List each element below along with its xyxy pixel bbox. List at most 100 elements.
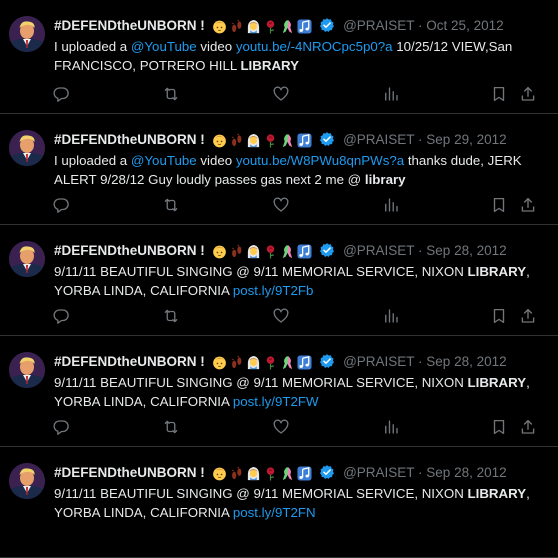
handle[interactable]: @PRAISET — [343, 354, 414, 369]
reply-button[interactable] — [52, 196, 72, 216]
handle[interactable]: @PRAISET — [343, 18, 414, 33]
highlighted-term: LIBRARY — [467, 486, 527, 501]
tweet-actions — [52, 85, 542, 105]
music-notes-icon — [297, 466, 312, 481]
avatar[interactable] — [9, 463, 45, 499]
reply-button[interactable] — [52, 307, 72, 327]
timestamp[interactable]: Sep 28, 2012 — [426, 354, 506, 369]
like-icon — [272, 85, 290, 103]
share-button[interactable] — [519, 418, 539, 438]
reply-button[interactable] — [52, 418, 72, 438]
timestamp[interactable]: Oct 25, 2012 — [426, 18, 503, 33]
baby-face-icon — [212, 355, 227, 370]
display-name[interactable]: #DEFENDtheUNBORN ! — [54, 132, 205, 147]
reply-button[interactable] — [52, 85, 72, 105]
retweet-button[interactable] — [162, 85, 182, 105]
tweet-header: #DEFENDtheUNBORN ! @PRAISET · Sep 29, 20… — [54, 130, 548, 150]
text-segment: video — [196, 153, 236, 168]
ribbon-icon — [280, 133, 295, 148]
verified-badge-icon — [319, 17, 335, 33]
handle[interactable]: @PRAISET — [343, 132, 414, 147]
separator: · — [414, 132, 427, 147]
timestamp[interactable]: Sep 28, 2012 — [426, 243, 506, 258]
url-link[interactable]: post.ly/9T2FW — [233, 394, 319, 409]
avatar[interactable] — [9, 16, 45, 52]
bookmark-button[interactable] — [490, 418, 510, 438]
bookmark-button[interactable] — [490, 307, 510, 327]
person-with-veil-icon — [246, 355, 261, 370]
like-button[interactable] — [272, 418, 292, 438]
display-name[interactable]: #DEFENDtheUNBORN ! — [54, 18, 205, 33]
timestamp[interactable]: Sep 28, 2012 — [426, 465, 506, 480]
tweet-header: #DEFENDtheUNBORN ! @PRAISET · Sep 28, 20… — [54, 463, 548, 483]
bookmark-icon — [490, 307, 508, 325]
share-icon — [519, 307, 537, 325]
retweet-button[interactable] — [162, 307, 182, 327]
mention-link[interactable]: @YouTube — [131, 153, 197, 168]
retweet-button[interactable] — [162, 196, 182, 216]
views-icon — [382, 418, 400, 436]
views-button[interactable] — [382, 307, 402, 327]
text-segment: video — [196, 39, 236, 54]
tweet-header: #DEFENDtheUNBORN ! @PRAISET · Oct 25, 20… — [54, 16, 548, 36]
footprints-icon — [229, 466, 244, 481]
tweet-actions — [52, 196, 542, 216]
views-button[interactable] — [382, 196, 402, 216]
share-button[interactable] — [519, 307, 539, 327]
highlighted-term: LIBRARY — [240, 58, 300, 73]
avatar[interactable] — [9, 352, 45, 388]
reply-icon — [52, 85, 70, 103]
separator: · — [414, 18, 427, 33]
tweet[interactable]: #DEFENDtheUNBORN ! @PRAISET · Sep 28, 20… — [0, 336, 558, 447]
tweet[interactable]: #DEFENDtheUNBORN ! @PRAISET · Sep 29, 20… — [0, 114, 558, 225]
views-button[interactable] — [382, 418, 402, 438]
ribbon-icon — [280, 355, 295, 370]
name-emojis — [212, 244, 314, 264]
like-button[interactable] — [272, 85, 292, 105]
person-with-veil-icon — [246, 19, 261, 34]
ribbon-icon — [280, 466, 295, 481]
like-icon — [272, 307, 290, 325]
url-link[interactable]: youtu.be/W8PWu8qnPWs?a — [236, 153, 404, 168]
share-button[interactable] — [519, 196, 539, 216]
views-button[interactable] — [382, 85, 402, 105]
ribbon-icon — [280, 19, 295, 34]
mention-link[interactable]: @YouTube — [131, 39, 197, 54]
name-emojis — [212, 355, 314, 375]
verified-badge-icon — [319, 464, 335, 480]
display-name[interactable]: #DEFENDtheUNBORN ! — [54, 465, 205, 480]
avatar[interactable] — [9, 130, 45, 166]
footprints-icon — [229, 244, 244, 259]
tweet[interactable]: #DEFENDtheUNBORN ! @PRAISET · Oct 25, 20… — [0, 0, 558, 114]
avatar[interactable] — [9, 241, 45, 277]
rose-icon — [263, 19, 278, 34]
like-button[interactable] — [272, 307, 292, 327]
url-link[interactable]: post.ly/9T2Fb — [233, 283, 314, 298]
name-emojis — [212, 19, 314, 39]
tweet-actions — [52, 418, 542, 438]
tweet-header: #DEFENDtheUNBORN ! @PRAISET · Sep 28, 20… — [54, 352, 548, 372]
retweet-button[interactable] — [162, 418, 182, 438]
tweet[interactable]: #DEFENDtheUNBORN ! @PRAISET · Sep 28, 20… — [0, 447, 558, 558]
tweet-timeline: #DEFENDtheUNBORN ! @PRAISET · Oct 25, 20… — [0, 0, 558, 558]
baby-face-icon — [212, 19, 227, 34]
like-button[interactable] — [272, 196, 292, 216]
url-link[interactable]: youtu.be/-4NROCpc5p0?a — [236, 39, 393, 54]
handle[interactable]: @PRAISET — [343, 465, 414, 480]
bookmark-icon — [490, 85, 508, 103]
tweet-text: I uploaded a @YouTube video youtu.be/W8P… — [54, 151, 544, 189]
bookmark-button[interactable] — [490, 85, 510, 105]
display-name[interactable]: #DEFENDtheUNBORN ! — [54, 243, 205, 258]
separator: · — [414, 465, 427, 480]
url-link[interactable]: post.ly/9T2FN — [233, 505, 316, 520]
tweet[interactable]: #DEFENDtheUNBORN ! @PRAISET · Sep 28, 20… — [0, 225, 558, 336]
reply-icon — [52, 196, 70, 214]
text-segment: I uploaded a — [54, 39, 131, 54]
display-name[interactable]: #DEFENDtheUNBORN ! — [54, 354, 205, 369]
timestamp[interactable]: Sep 29, 2012 — [426, 132, 506, 147]
share-button[interactable] — [519, 85, 539, 105]
bookmark-button[interactable] — [490, 196, 510, 216]
handle[interactable]: @PRAISET — [343, 243, 414, 258]
like-icon — [272, 418, 290, 436]
views-icon — [382, 85, 400, 103]
